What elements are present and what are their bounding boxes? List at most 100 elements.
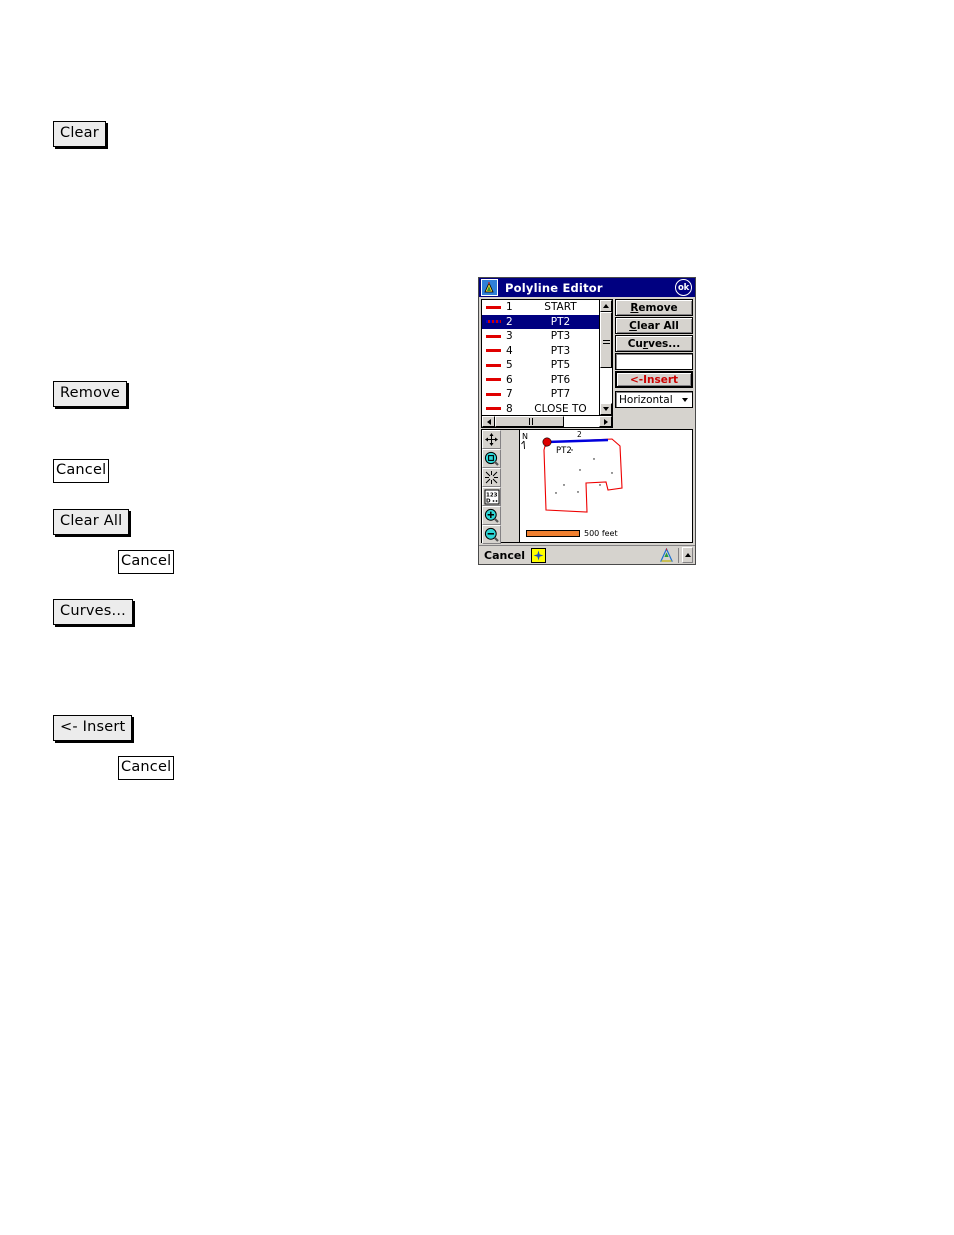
list-item-name: CLOSE TO <box>534 402 587 415</box>
ok-button[interactable]: ok <box>675 279 692 296</box>
action-button-column: Remove Clear All Cu r ves... <- Insert Hor… <box>613 299 693 428</box>
clear-all-button[interactable]: Clear All <box>615 317 693 334</box>
parcel-plot: N 2 PT2 <box>521 430 623 513</box>
cancel-button-2[interactable]: Cancel <box>118 550 175 574</box>
curves-label-pre: Cu <box>627 337 643 350</box>
status-bar: Cancel <box>479 545 695 564</box>
list-item[interactable]: 3 PT3 <box>482 329 599 344</box>
blank-button[interactable] <box>615 353 693 370</box>
list-item-name: PT6 <box>550 373 571 386</box>
remove-accel: R <box>630 301 639 314</box>
list-item-name: PT2 <box>550 315 571 328</box>
chevron-up-icon <box>603 304 609 308</box>
vertical-scroll-thumb[interactable] <box>600 312 612 369</box>
map-canvas[interactable]: N 2 PT2 500 feet <box>520 430 692 542</box>
list-item-index: 8 <box>506 402 513 415</box>
list-horizontal-scrollbar[interactable] <box>481 415 613 428</box>
line-style-swatch-icon <box>486 363 501 367</box>
scale-bar: 500 feet <box>526 529 618 538</box>
clear-all-button[interactable]: Clear All <box>53 509 130 535</box>
scroll-right-button[interactable] <box>599 416 612 427</box>
point-label: PT2 <box>556 446 572 456</box>
list-item[interactable]: 2 PT2 <box>482 314 599 329</box>
curves-button[interactable]: Curves... <box>53 599 133 625</box>
chevron-left-icon <box>486 418 491 425</box>
vertex-marker <box>542 437 552 447</box>
insert-label-rest: nsert <box>647 373 679 386</box>
clear-all-accel: C <box>629 319 637 332</box>
pan-tool-icon[interactable] <box>482 430 501 449</box>
list-item[interactable]: 4 PT3 <box>482 344 599 359</box>
zoom-out-tool-icon[interactable] <box>482 525 501 544</box>
survey-tripod-icon[interactable] <box>658 547 675 563</box>
chevron-down-icon <box>603 407 609 411</box>
active-segment <box>546 438 609 444</box>
cancel-button[interactable]: Cancel <box>484 549 525 562</box>
list-item[interactable]: 7 PT7 <box>482 387 599 402</box>
scroll-down-button[interactable] <box>600 403 612 415</box>
list-item-index: 4 <box>506 344 513 357</box>
map-panel: 123 D N 2 PT2 500 feet <box>481 429 693 544</box>
vertex-number-label: 2 <box>577 430 582 439</box>
list-item-index: 1 <box>506 301 513 314</box>
map-toolbar: 123 D <box>482 430 520 544</box>
cancel-button-3[interactable]: Cancel <box>118 756 175 780</box>
horizontal-scroll-track[interactable] <box>495 416 599 427</box>
chevron-right-icon <box>603 418 608 425</box>
orientation-value: Horizontal <box>619 393 673 406</box>
north-arrow-icon: N <box>521 432 528 450</box>
survey-app-icon <box>481 279 498 296</box>
point-list[interactable]: 1 START 2 PT2 3 PT3 4 PT3 5 PT5 6 PT6 7 … <box>482 300 599 415</box>
list-item-name: PT3 <box>550 344 571 357</box>
window-title: Polyline Editor <box>505 280 603 295</box>
list-item[interactable]: 1 START <box>482 300 599 315</box>
scale-bar-label: 500 feet <box>584 529 618 538</box>
curves-button[interactable]: Curves... <box>615 335 693 352</box>
horizontal-scroll-thumb[interactable] <box>495 416 564 427</box>
line-style-swatch-icon <box>486 349 501 353</box>
insert-button[interactable]: <- Insert <box>615 371 693 388</box>
list-item-name: PT5 <box>550 359 571 372</box>
list-item-index: 2 <box>506 315 513 328</box>
scroll-left-button[interactable] <box>482 416 495 427</box>
chevron-up-icon[interactable] <box>682 547 693 563</box>
chevron-down-icon[interactable] <box>682 392 688 407</box>
title-bar: Polyline Editor ok <box>479 278 695 297</box>
line-style-swatch-icon <box>486 392 501 396</box>
list-item[interactable]: 6 PT6 <box>482 373 599 388</box>
point-list-block: 1 START 2 PT2 3 PT3 4 PT3 5 PT5 6 PT6 7 … <box>481 299 613 428</box>
input-panel-icon[interactable] <box>531 547 547 563</box>
list-item[interactable]: 5 PT5 <box>482 358 599 373</box>
line-style-swatch-icon <box>486 378 501 382</box>
list-item-name: PT7 <box>550 388 571 401</box>
line-style-swatch-icon <box>486 320 501 324</box>
insert-button[interactable]: <- Insert <box>53 715 133 741</box>
zoom-in-tool-icon[interactable] <box>482 506 501 525</box>
svg-text:D: D <box>486 498 491 504</box>
list-item-name: PT3 <box>550 330 571 343</box>
coordinate-readout-icon[interactable]: 123 D <box>482 487 501 506</box>
grip-icon <box>528 418 530 425</box>
list-vertical-scrollbar[interactable] <box>599 300 612 415</box>
scale-bar-fill <box>526 530 580 537</box>
zoom-points-tool-icon[interactable] <box>482 468 501 487</box>
vertical-scroll-track[interactable] <box>600 312 612 403</box>
clear-button[interactable]: Clear <box>53 121 106 147</box>
line-style-swatch-icon <box>486 305 501 309</box>
orientation-select[interactable]: Horizontal <box>615 391 693 408</box>
curves-label-rest: ves... <box>648 337 681 350</box>
list-item-index: 5 <box>506 359 513 372</box>
remove-button[interactable]: Remove <box>615 299 693 316</box>
upper-panel: 1 START 2 PT2 3 PT3 4 PT3 5 PT5 6 PT6 7 … <box>479 297 695 428</box>
svg-text:N: N <box>522 432 528 441</box>
cancel-button-1[interactable]: Cancel <box>53 459 110 483</box>
remove-button[interactable]: Remove <box>53 381 128 407</box>
point-list-frame: 1 START 2 PT2 3 PT3 4 PT3 5 PT5 6 PT6 7 … <box>481 299 613 415</box>
scroll-up-button[interactable] <box>600 300 612 312</box>
list-item[interactable]: 8 CLOSE TO <box>482 402 599 416</box>
list-item-name: START <box>544 301 577 314</box>
line-style-swatch-icon <box>486 407 501 411</box>
polyline-editor-window: Polyline Editor ok 1 START 2 PT2 3 PT3 4… <box>478 277 696 565</box>
list-item-index: 7 <box>506 388 513 401</box>
zoom-extents-tool-icon[interactable] <box>482 449 501 468</box>
